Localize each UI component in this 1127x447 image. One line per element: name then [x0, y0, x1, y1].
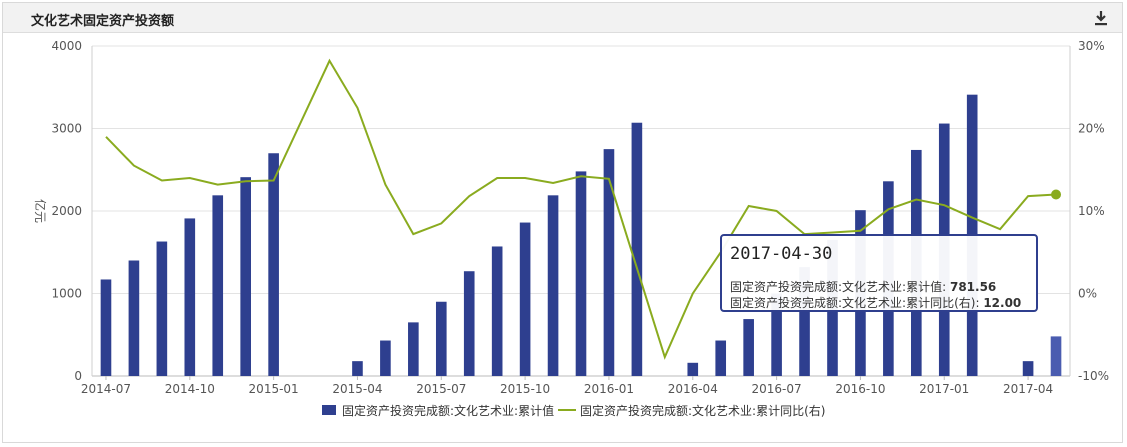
bar: [435, 301, 447, 376]
x-tick-label: 2014-10: [165, 382, 215, 396]
bar: [715, 340, 727, 376]
bar: [687, 362, 699, 376]
bar: [184, 218, 196, 376]
x-tick-label: 2015-04: [332, 382, 382, 396]
y-axis-label: 亿元: [33, 199, 48, 223]
y-left-tick-label: 1000: [51, 287, 82, 301]
bar: [156, 241, 168, 376]
bar: [100, 279, 112, 376]
tooltip-row2-label: 固定资产投资完成额:文化艺术业:累计同比(右):: [730, 296, 980, 310]
y-left-tick-label: 2000: [51, 204, 82, 218]
tooltip-row1-value: 781.56: [949, 280, 997, 294]
y-right-tick-label: -10%: [1078, 369, 1109, 383]
y-left-tick-label: 0: [74, 369, 82, 383]
bar: [603, 149, 615, 376]
y-right-tick-label: 20%: [1078, 122, 1105, 136]
x-tick-label: 2016-10: [835, 382, 885, 396]
x-tick-label: 2015-07: [416, 382, 466, 396]
bar: [491, 246, 503, 376]
bar: [212, 195, 224, 376]
y-right-tick-label: 10%: [1078, 204, 1105, 218]
data-tooltip: 2017-04-30 固定资产投资完成额:文化艺术业:累计值: 781.56 固…: [720, 234, 1038, 312]
bar: [743, 319, 754, 376]
bar: [575, 171, 587, 376]
bar: [128, 260, 140, 376]
tooltip-row-value: 固定资产投资完成额:文化艺术业:累计值: 781.56: [730, 278, 996, 295]
legend-label-line: 固定资产投资完成额:文化艺术业:累计同比(右): [580, 403, 825, 418]
tooltip-date: 2017-04-30: [730, 244, 833, 264]
x-tick-label: 2016-04: [668, 382, 718, 396]
bar: [1050, 336, 1062, 376]
bar: [408, 322, 419, 376]
x-tick-label: 2014-07: [81, 382, 131, 396]
x-tick-label: 2016-07: [752, 382, 802, 396]
bar: [1022, 361, 1034, 376]
bar: [268, 153, 279, 376]
bar: [380, 340, 391, 376]
chart-canvas: 4000 30% 3000 20% 2000 10% 1000 0% 0 -10% 亿元 2014-0…: [33, 39, 1109, 418]
y-right-tick-label: 30%: [1078, 39, 1105, 53]
bar: [519, 222, 531, 376]
y-right-tick-label: 0%: [1078, 287, 1097, 301]
bar: [631, 122, 643, 376]
tooltip-row2-value: 12.00: [983, 296, 1022, 310]
line-marker-highlight: [1051, 189, 1062, 200]
y-left-tick-label: 3000: [51, 122, 82, 136]
x-tick-label: 2015-10: [500, 382, 550, 396]
bar: [547, 195, 559, 376]
legend-swatch-bar: [322, 405, 336, 415]
x-tick-label: 2017-04: [1003, 382, 1053, 396]
bar: [352, 361, 363, 376]
legend-label-bar: 固定资产投资完成额:文化艺术业:累计值: [342, 403, 554, 418]
y-left-tick-label: 4000: [51, 39, 82, 53]
x-tick-label: 2016-01: [584, 382, 634, 396]
bar: [240, 177, 251, 376]
bar: [463, 271, 475, 376]
tooltip-row-yoy: 固定资产投资完成额:文化艺术业:累计同比(右): 12.00: [730, 294, 1021, 311]
x-tick-label: 2015-01: [249, 382, 299, 396]
tooltip-row1-label: 固定资产投资完成额:文化艺术业:累计值:: [730, 280, 947, 294]
x-tick-label: 2017-01: [919, 382, 969, 396]
